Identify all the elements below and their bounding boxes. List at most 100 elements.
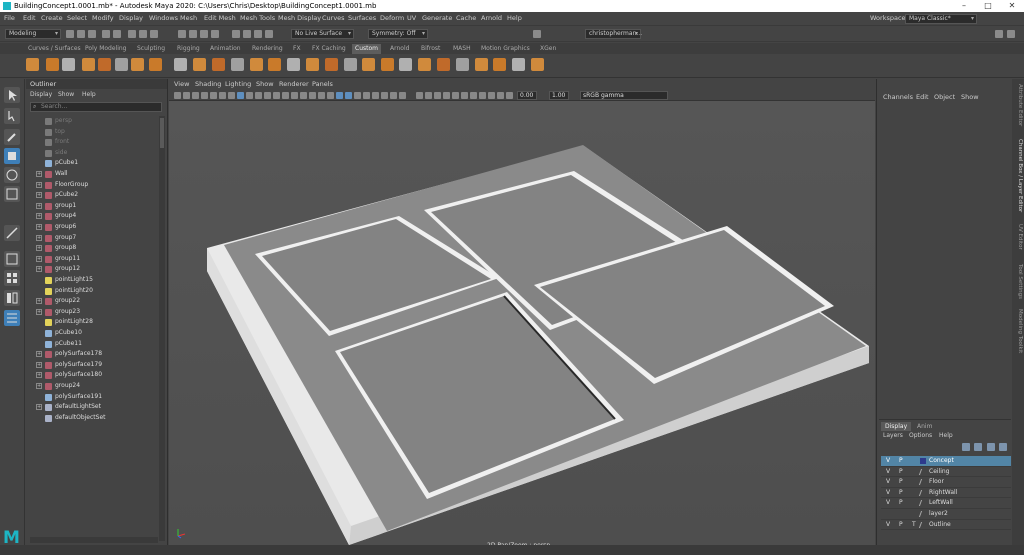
- viewport-toolbar-button-icon[interactable]: [282, 92, 289, 99]
- viewport-toolbar-button-icon[interactable]: [434, 92, 441, 99]
- edit-menu[interactable]: Edit: [916, 93, 929, 101]
- viewport-toolbar-button-icon[interactable]: [381, 92, 388, 99]
- expand-toggle-icon[interactable]: +: [36, 361, 42, 368]
- symmetry-select[interactable]: Symmetry: Off: [368, 29, 428, 39]
- ipr-render-icon[interactable]: [243, 30, 251, 38]
- layer-row[interactable]: V P Concept: [881, 456, 1011, 467]
- outliner-menu-display[interactable]: Display: [30, 90, 52, 99]
- select-hierarchy-icon[interactable]: [128, 30, 136, 38]
- channel-box-toggle-icon[interactable]: [1007, 30, 1015, 38]
- shelf-tool-icon[interactable]: [26, 58, 39, 71]
- layer-display-type-toggle[interactable]: T: [912, 520, 916, 530]
- expand-toggle-icon[interactable]: +: [36, 351, 42, 358]
- menu-surfaces[interactable]: Surfaces: [348, 12, 376, 25]
- layer-color-swatch[interactable]: [918, 511, 928, 517]
- menu-arnold[interactable]: Arnold: [481, 12, 502, 25]
- move-layer-down-icon[interactable]: [974, 443, 982, 451]
- expand-toggle-icon[interactable]: +: [36, 202, 42, 209]
- outliner-item[interactable]: + defaultLightSet: [26, 402, 158, 413]
- side-tab-channel-box-layer-editor[interactable]: Channel Box / Layer Editor: [1014, 139, 1023, 212]
- new-layer-selected-icon[interactable]: [999, 443, 1007, 451]
- gamma-field[interactable]: 1.00: [549, 91, 569, 100]
- viewport-toolbar-button-icon[interactable]: [228, 92, 235, 99]
- viewport-toolbar-button-icon[interactable]: [273, 92, 280, 99]
- shelf-tool-icon[interactable]: [344, 58, 357, 71]
- layer-row[interactable]: V P RightWall: [881, 488, 1011, 499]
- lasso-tool-icon[interactable]: [4, 108, 20, 124]
- viewport-toolbar-button-icon[interactable]: [183, 92, 190, 99]
- shelf-tool-icon[interactable]: [131, 58, 144, 71]
- outliner-layout-icon[interactable]: [4, 310, 20, 326]
- layer-row[interactable]: layer2: [881, 509, 1011, 520]
- layer-visibility-toggle[interactable]: V: [886, 520, 890, 530]
- live-surface-select[interactable]: No Live Surface: [291, 29, 354, 39]
- viewport-toolbar-button-icon[interactable]: [425, 92, 432, 99]
- new-empty-layer-icon[interactable]: [987, 443, 995, 451]
- shelf-tool-icon[interactable]: [250, 58, 263, 71]
- viewport-toolbar-button-icon[interactable]: [201, 92, 208, 99]
- viewport-toolbar-button-icon[interactable]: [443, 92, 450, 99]
- shelf-tool-icon[interactable]: [325, 58, 338, 71]
- open-scene-icon[interactable]: [77, 30, 85, 38]
- viewport-toolbar-button-icon[interactable]: [452, 92, 459, 99]
- layer-color-swatch[interactable]: [920, 458, 926, 464]
- user-account-select[interactable]: christopherman...: [585, 29, 642, 39]
- menu-display[interactable]: Display: [119, 12, 143, 25]
- options-menu[interactable]: Options: [909, 432, 932, 439]
- shelf-tool-icon[interactable]: [456, 58, 469, 71]
- menu-edit[interactable]: Edit: [23, 12, 36, 25]
- shelf-tool-icon[interactable]: [149, 58, 162, 71]
- expand-toggle-icon[interactable]: +: [36, 404, 42, 411]
- outliner-search-input[interactable]: Search...: [30, 102, 162, 112]
- outliner-item[interactable]: top: [26, 127, 158, 138]
- shelf-tab-rendering[interactable]: Rendering: [249, 44, 286, 54]
- viewport-toolbar-button-icon[interactable]: [327, 92, 334, 99]
- move-layer-up-icon[interactable]: [962, 443, 970, 451]
- shelf-tab-fx[interactable]: FX: [290, 44, 304, 54]
- viewport-toolbar-button-icon[interactable]: [246, 92, 253, 99]
- expand-toggle-icon[interactable]: +: [36, 298, 42, 305]
- viewport-toolbar-button-icon[interactable]: [479, 92, 486, 99]
- select-tool-icon[interactable]: [4, 87, 20, 103]
- shelf-tab-fx-caching[interactable]: FX Caching: [309, 44, 349, 54]
- layer-row[interactable]: V P Floor: [881, 477, 1011, 488]
- viewport-toolbar-button-icon[interactable]: [470, 92, 477, 99]
- colorspace-select[interactable]: sRGB gamma: [580, 91, 668, 100]
- layer-row[interactable]: V P T Outline: [881, 520, 1011, 531]
- layer-color-swatch[interactable]: [918, 500, 928, 507]
- layer-color-swatch[interactable]: [918, 489, 928, 496]
- new-scene-icon[interactable]: [66, 30, 74, 38]
- shelf-tab-mash[interactable]: MASH: [450, 44, 474, 54]
- menu-uv[interactable]: UV: [407, 12, 416, 25]
- layer-playback-toggle[interactable]: P: [899, 520, 903, 530]
- outliner-item[interactable]: + polySurface178: [26, 349, 158, 360]
- close-button[interactable]: ✕: [1000, 0, 1024, 12]
- shelf-tool-icon[interactable]: [306, 58, 319, 71]
- layer-playback-toggle[interactable]: P: [899, 488, 903, 498]
- show-menu[interactable]: Show: [961, 93, 979, 101]
- outliner-menu-show[interactable]: Show: [58, 90, 74, 99]
- shelf-tab-poly-modeling[interactable]: Poly Modeling: [82, 44, 130, 54]
- outliner-item[interactable]: polySurface191: [26, 392, 158, 403]
- expand-toggle-icon[interactable]: +: [36, 181, 42, 188]
- viewport-toolbar-button-icon[interactable]: [174, 92, 181, 99]
- outliner-item[interactable]: + group23: [26, 307, 158, 318]
- single-perspective-layout-icon[interactable]: [4, 251, 20, 267]
- expand-toggle-icon[interactable]: +: [36, 245, 42, 252]
- tab-anim-layers[interactable]: Anim: [913, 422, 936, 431]
- hypershade-icon[interactable]: [265, 30, 273, 38]
- outliner-item[interactable]: + group11: [26, 254, 158, 265]
- layer-playback-toggle[interactable]: P: [899, 456, 903, 466]
- exposure-field[interactable]: 0.00: [517, 91, 537, 100]
- expand-toggle-icon[interactable]: +: [36, 255, 42, 262]
- outliner-item[interactable]: persp: [26, 116, 158, 127]
- snap-curve-icon[interactable]: [189, 30, 197, 38]
- viewport-menu-panels[interactable]: Panels: [312, 79, 333, 90]
- workspace-select[interactable]: Maya Classic*: [905, 14, 977, 24]
- outliner-item[interactable]: defaultObjectSet: [26, 413, 158, 424]
- viewport-menu-shading[interactable]: Shading: [195, 79, 221, 90]
- outliner-item[interactable]: + polySurface179: [26, 360, 158, 371]
- outliner-item[interactable]: + group4: [26, 211, 158, 222]
- side-tab-modeling-toolkit[interactable]: Modeling Toolkit: [1014, 309, 1023, 353]
- layer-color-swatch[interactable]: [918, 468, 928, 475]
